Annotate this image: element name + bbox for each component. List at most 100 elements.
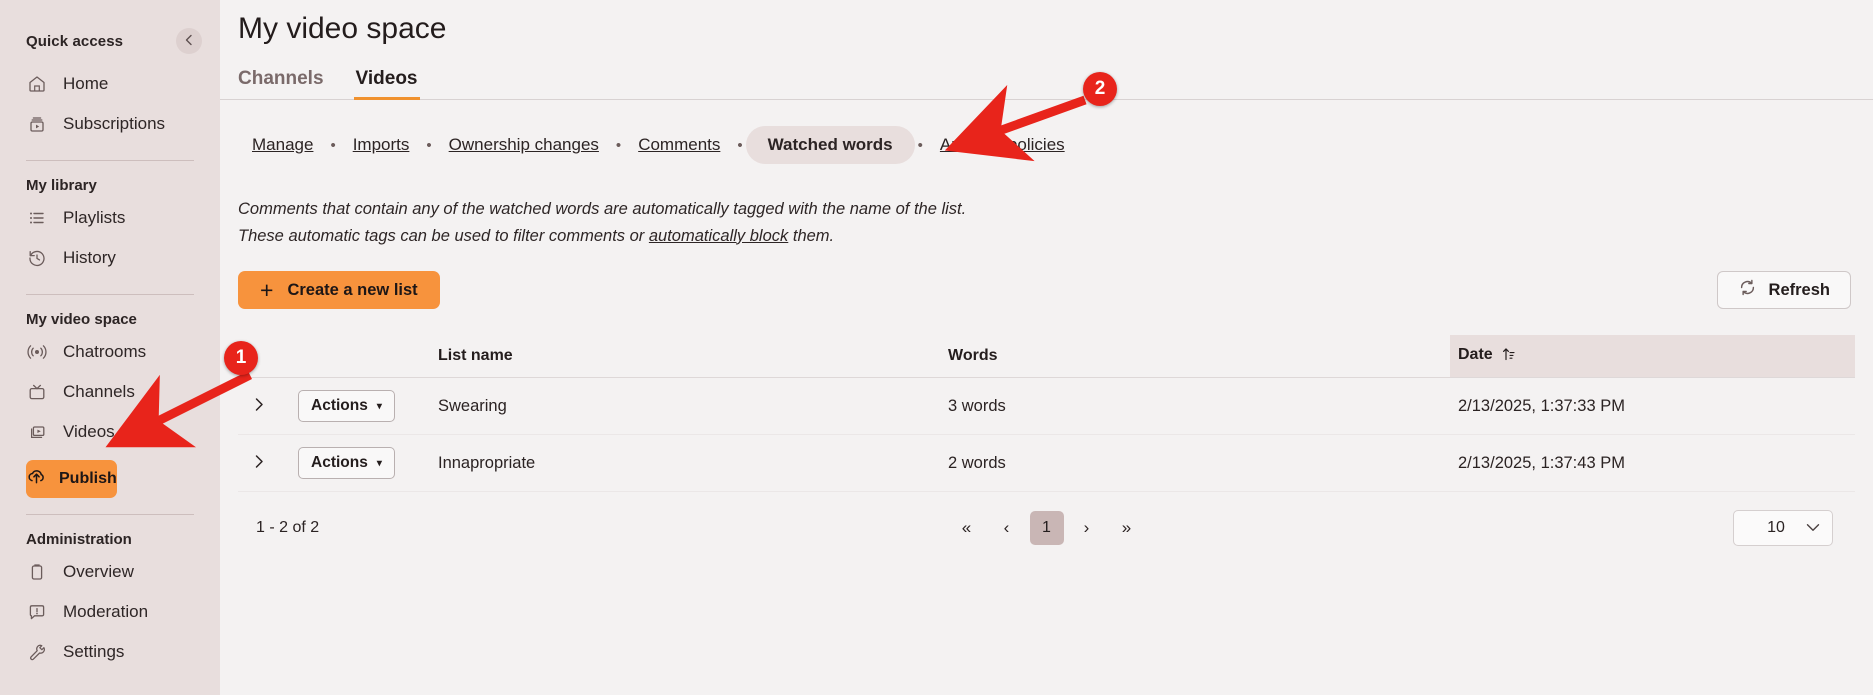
row-actions-button[interactable]: Actions ▾ <box>298 390 395 423</box>
cell-words: 2 words <box>940 434 1450 493</box>
row-actions-label: Actions <box>311 454 368 472</box>
annotation-badge-2: 2 <box>1083 72 1117 106</box>
subtab-separator-dot: • <box>737 136 743 154</box>
sidebar-item-label: Channels <box>63 382 135 401</box>
subtab-manage[interactable]: Manage <box>238 128 327 162</box>
table-header-row: List name Words Date <box>238 335 1855 379</box>
subtab-comments[interactable]: Comments <box>624 128 734 162</box>
sidebar-item-label: Home <box>63 74 109 93</box>
upload-cloud-icon <box>26 466 47 492</box>
description-line-2: These automatic tags can be used to filt… <box>238 223 1873 250</box>
sidebar-divider <box>26 514 194 515</box>
sidebar-item-label: Playlists <box>63 208 126 227</box>
refresh-button[interactable]: Refresh <box>1716 271 1851 310</box>
broadcast-icon <box>26 341 48 363</box>
sidebar-item-channels[interactable]: Channels <box>0 372 220 412</box>
automatically-block-link[interactable]: automatically block <box>649 227 788 245</box>
pagination-bar: 1 - 2 of 2 « ‹ 1 › » 10 <box>238 506 1855 550</box>
main-content: My video space Channels Videos Manage • … <box>220 0 1873 695</box>
pagination-last-button[interactable]: » <box>1110 511 1144 545</box>
sidebar-item-label: Subscriptions <box>63 114 166 133</box>
caret-down-icon: ▾ <box>376 457 382 469</box>
sidebar-section-quick-access-label: Quick access <box>26 32 124 50</box>
cell-actions: Actions ▾ <box>290 434 430 493</box>
sidebar-header: Quick access <box>0 0 220 54</box>
cell-list-name: Swearing <box>430 377 940 436</box>
cell-expand <box>238 434 290 493</box>
home-icon <box>26 73 48 95</box>
description-line-2-prefix: These automatic tags can be used to filt… <box>238 226 649 245</box>
sidebar-item-label: Moderation <box>63 602 149 621</box>
sidebar-item-videos[interactable]: Videos <box>0 412 220 452</box>
sidebar-item-label: Chatrooms <box>63 342 147 361</box>
tv-icon <box>26 381 48 403</box>
sidebar-divider <box>26 160 194 161</box>
tab-channels[interactable]: Channels <box>220 68 340 99</box>
cell-date: 2/13/2025, 1:37:33 PM <box>1450 377 1855 436</box>
subtab-separator-dot: • <box>330 136 336 154</box>
tab-videos[interactable]: Videos <box>340 68 434 100</box>
expand-row-button[interactable] <box>246 394 273 419</box>
sidebar-item-label: History <box>63 248 116 267</box>
pagination-page-1-button[interactable]: 1 <box>1029 511 1064 546</box>
wrench-icon <box>26 641 48 663</box>
expand-row-button[interactable] <box>246 451 273 476</box>
sidebar-item-subscriptions[interactable]: Subscriptions <box>0 104 220 144</box>
sidebar-item-settings[interactable]: Settings <box>0 632 220 672</box>
row-actions-label: Actions <box>311 397 368 415</box>
table-body: Actions ▾ Swearing 3 words 2/13/2025, 1:… <box>238 377 1855 493</box>
pagination-next-button[interactable]: › <box>1070 511 1104 545</box>
sidebar-item-history[interactable]: History <box>0 238 220 278</box>
sidebar-group-my-library: My library Playlists History <box>0 177 220 278</box>
table-header: List name Words Date <box>238 335 1855 379</box>
sidebar-item-overview[interactable]: Overview <box>0 552 220 592</box>
history-icon <box>26 247 48 269</box>
refresh-button-label: Refresh <box>1768 280 1830 299</box>
sidebar-divider <box>26 294 194 295</box>
chevron-right-icon <box>254 453 265 473</box>
sort-ascending-icon <box>1502 347 1515 366</box>
sidebar-section-administration-label: Administration <box>26 531 132 548</box>
sidebar-item-moderation[interactable]: Moderation <box>0 592 220 632</box>
caret-down-icon: ▾ <box>376 400 382 412</box>
column-header-words[interactable]: Words <box>940 335 1450 379</box>
subtab-ownership-changes[interactable]: Ownership changes <box>435 128 613 162</box>
clipboard-icon <box>26 561 48 583</box>
comment-alert-icon <box>26 601 48 623</box>
sidebar-item-home[interactable]: Home <box>0 64 220 104</box>
pagination-first-button[interactable]: « <box>950 511 984 545</box>
pagination-prev-button[interactable]: ‹ <box>990 511 1024 545</box>
publish-button-label: Publish <box>59 470 117 487</box>
subtab-separator-dot: • <box>426 136 432 154</box>
row-actions-button[interactable]: Actions ▾ <box>298 447 395 480</box>
sidebar-item-label: Settings <box>63 642 125 661</box>
subscriptions-icon <box>26 113 48 135</box>
sidebar-group-quick-access: Home Subscriptions <box>0 64 220 144</box>
cell-words: 3 words <box>940 377 1450 436</box>
create-new-list-label: Create a new list <box>287 280 418 299</box>
subtab-imports[interactable]: Imports <box>339 128 424 162</box>
cell-date: 2/13/2025, 1:37:43 PM <box>1450 434 1855 493</box>
playlist-icon <box>26 207 48 229</box>
subtab-watched-words[interactable]: Watched words <box>745 126 915 164</box>
sidebar-item-chatrooms[interactable]: Chatrooms <box>0 332 220 372</box>
sidebar: Quick access Home Subscriptions My libra… <box>0 0 220 695</box>
table-row: Actions ▾ Swearing 3 words 2/13/2025, 1:… <box>238 377 1855 436</box>
sidebar-collapse-button[interactable] <box>176 28 202 54</box>
create-new-list-button[interactable]: + Create a new list <box>238 271 440 310</box>
secondary-tabs: Manage • Imports • Ownership changes • C… <box>220 126 1873 164</box>
column-header-list-name[interactable]: List name <box>430 335 940 379</box>
sidebar-item-playlists[interactable]: Playlists <box>0 198 220 238</box>
pagination-controls: « ‹ 1 › » <box>238 511 1855 546</box>
subtab-auto-tag-policies[interactable]: Auto tag policies <box>926 128 1079 162</box>
sidebar-item-label: Videos <box>63 422 115 441</box>
annotation-badge-1: 1 <box>224 341 258 375</box>
column-header-actions <box>290 335 430 379</box>
publish-button[interactable]: Publish <box>26 460 117 498</box>
subtab-separator-dot: • <box>615 136 622 154</box>
column-header-date[interactable]: Date <box>1450 335 1855 379</box>
app-root: Quick access Home Subscriptions My libra… <box>0 0 1873 695</box>
column-header-date-label: Date <box>1458 346 1493 364</box>
description-text: Comments that contain any of the watched… <box>220 196 1873 249</box>
primary-tabs: Channels Videos <box>220 68 1873 100</box>
